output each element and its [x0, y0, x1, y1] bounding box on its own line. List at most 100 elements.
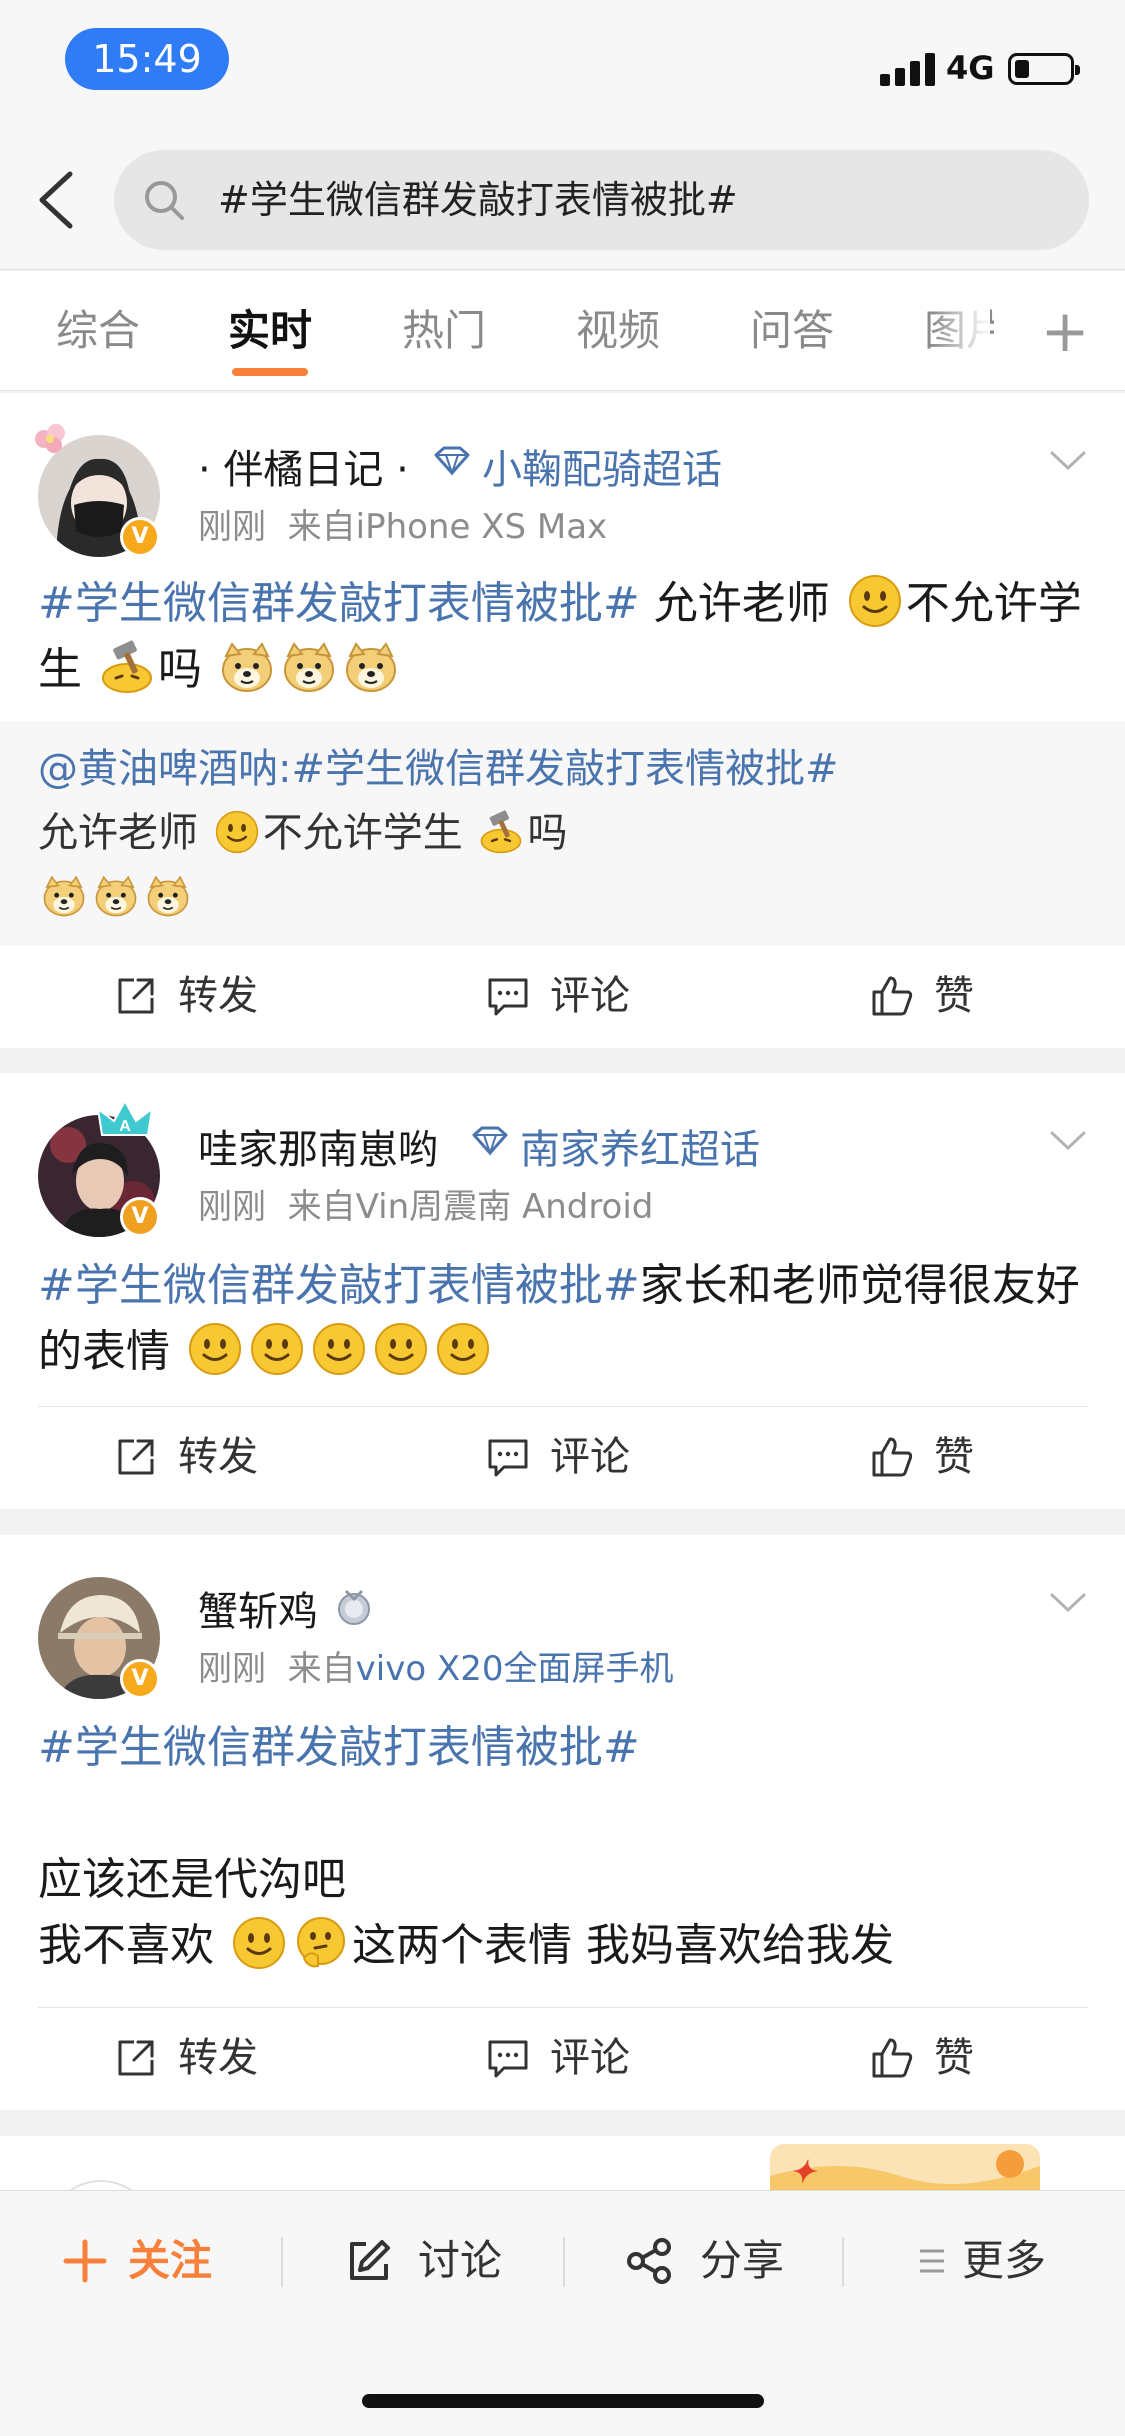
- tab-comprehensive[interactable]: 综合: [56, 271, 140, 391]
- hashtag-link[interactable]: #学生微信群发敲打表情被批#: [38, 578, 640, 629]
- reposted-content[interactable]: @黄油啤酒呐:#学生微信群发敲打表情被批# 允许老师 不允许学生 吗: [0, 721, 1125, 946]
- hashtag-link[interactable]: #学生微信群发敲打表情被批#: [38, 1722, 640, 1773]
- china-fans-banner-icon: ✦: [770, 2144, 1040, 2196]
- comment-label: 评论: [550, 2035, 630, 2081]
- tab-qa[interactable]: 问答: [750, 271, 834, 391]
- follow-label: 关注: [128, 2236, 213, 2285]
- comment-icon: [486, 2036, 530, 2080]
- hashtag-link[interactable]: #学生微信群发敲打表情被批#: [291, 746, 838, 792]
- post-text: #学生微信群发敲打表情被批# 应该还是代沟吧 我不喜欢 这两个表情 我妈喜欢给我…: [38, 1715, 1088, 1979]
- post-card[interactable]: ✦: [0, 2136, 1125, 2196]
- home-indicator[interactable]: [362, 2394, 764, 2408]
- post-meta: 刚刚 来自iPhone XS Max: [198, 499, 607, 548]
- post-card[interactable]: A V 哇家那南崽哟 南家养红超话 刚刚 来自Vin周震南 Android #学…: [0, 1073, 1125, 1509]
- thinking-emoji-icon: [294, 1916, 348, 1970]
- post-card[interactable]: V 蟹斩鸡 刚刚 来自vivo X20全面屏手机 #学生微信群发敲打表情被批# …: [0, 1535, 1125, 2110]
- comment-icon: [486, 974, 530, 1018]
- search-icon: [145, 181, 184, 220]
- edit-icon: [350, 2240, 390, 2280]
- chevron-down-icon[interactable]: [1048, 449, 1088, 473]
- post-text-part: 允许老师: [639, 578, 844, 629]
- share-button[interactable]: 分享: [624, 2191, 804, 2331]
- author-name[interactable]: · 伴橘日记 ·: [198, 437, 409, 495]
- post-source[interactable]: vivo X20全面屏手机: [356, 1649, 674, 1689]
- more-label: 更多: [962, 2236, 1047, 2285]
- reposted-text-part: 允许老师: [38, 810, 211, 856]
- super-topic-link[interactable]: 小鞠配骑超话: [482, 437, 722, 495]
- medal-icon: [338, 1589, 370, 1625]
- doge-emoji-icon: [146, 874, 190, 918]
- hammer-emoji-icon: [100, 640, 154, 694]
- svg-text:A: A: [119, 1118, 131, 1135]
- smile-emoji-icon: [436, 1322, 490, 1376]
- tab-video[interactable]: 视频: [576, 271, 660, 391]
- comment-label: 评论: [550, 1434, 630, 1480]
- post-time: 刚刚: [198, 1649, 266, 1689]
- repost-icon: [114, 974, 158, 1018]
- back-arrow-icon[interactable]: [32, 168, 82, 232]
- cellular-signal-icon: [880, 52, 936, 86]
- reposted-author-link[interactable]: @黄油啤酒呐:: [38, 746, 291, 792]
- post-text-part: 我不喜欢: [38, 1920, 228, 1971]
- repost-label: 转发: [178, 1434, 258, 1480]
- post-time: 刚刚: [198, 507, 266, 547]
- network-type: 4G: [946, 49, 995, 87]
- repost-label: 转发: [178, 973, 258, 1019]
- discuss-label: 讨论: [418, 2236, 503, 2285]
- smile-emoji-icon: [312, 1322, 366, 1376]
- discuss-button[interactable]: 讨论: [344, 2191, 524, 2331]
- separator: [842, 2237, 844, 2287]
- active-tab-indicator: [232, 368, 308, 376]
- like-icon: [870, 1435, 914, 1479]
- comment-icon: [486, 1435, 530, 1479]
- tab-hot[interactable]: 热门: [402, 271, 486, 391]
- post-actions: 转发 评论 赞: [0, 1407, 1125, 1507]
- like-icon: [870, 2036, 914, 2080]
- separator: [281, 2237, 283, 2287]
- more-button[interactable]: 更多: [918, 2191, 1068, 2331]
- post-meta: 刚刚 来自vivo X20全面屏手机: [198, 1641, 673, 1690]
- smile-emoji-icon: [188, 1322, 242, 1376]
- status-time[interactable]: 15:49: [65, 28, 229, 90]
- share-icon: [627, 2238, 671, 2284]
- plus-icon: [63, 2239, 107, 2283]
- post-source: iPhone XS Max: [355, 507, 608, 547]
- crown-badge-icon: A: [96, 1098, 154, 1136]
- post-meta: 刚刚 来自Vin周震南 Android: [198, 1179, 653, 1228]
- post-text: #学生微信群发敲打表情被批# 允许老师 不允许学生 吗: [38, 571, 1088, 703]
- super-topic-link[interactable]: 南家养红超话: [520, 1117, 760, 1175]
- status-bar: 15:49 4G: [0, 0, 1125, 130]
- search-input[interactable]: #学生微信群发敲打表情被批#: [114, 150, 1089, 250]
- smile-emoji-icon: [215, 810, 259, 854]
- post-text: #学生微信群发敲打表情被批#家长和老师觉得很友好的表情: [38, 1253, 1088, 1385]
- post-text-part: 吗: [158, 644, 216, 695]
- smile-emoji-icon: [374, 1322, 428, 1376]
- comment-label: 评论: [550, 973, 630, 1019]
- battery-icon: [1008, 53, 1080, 85]
- weibo-search-screen: 15:49 4G #学生微信群发敲打表情被批# 综合 实时 热门 视频 问答 +…: [0, 0, 1125, 2436]
- post-actions: 转发 评论 赞: [0, 946, 1125, 1046]
- chevron-down-icon[interactable]: [1048, 1591, 1088, 1615]
- repost-icon: [114, 2036, 158, 2080]
- post-time: 刚刚: [198, 1187, 266, 1227]
- share-label: 分享: [700, 2236, 785, 2285]
- source-prefix: 来自: [287, 1187, 356, 1227]
- search-query: #学生微信群发敲打表情被批#: [218, 178, 738, 222]
- result-tabs: 综合 实时 热门 视频 问答 图片 +: [0, 271, 1125, 391]
- author-name[interactable]: 蟹斩鸡: [198, 1579, 318, 1637]
- svg-text:✦: ✦: [790, 2156, 817, 2189]
- chevron-down-icon[interactable]: [1048, 1129, 1088, 1153]
- add-tab-icon[interactable]: +: [1040, 293, 1090, 369]
- author-name[interactable]: 哇家那南崽哟: [198, 1117, 438, 1175]
- repost-label: 转发: [178, 2035, 258, 2081]
- like-icon: [870, 974, 914, 1018]
- hashtag-link[interactable]: #学生微信群发敲打表情被批#: [38, 1260, 640, 1311]
- smile-emoji-icon: [250, 1322, 304, 1376]
- flower-decoration-icon: [35, 424, 65, 453]
- post-card[interactable]: V · 伴橘日记 · 小鞠配骑超话 刚刚 来自iPhone XS Max #学生…: [0, 393, 1125, 1048]
- post-actions: 转发 评论 赞: [0, 2008, 1125, 2108]
- follow-button[interactable]: 关注: [60, 2191, 230, 2331]
- source-prefix: 来自: [287, 507, 356, 547]
- reposted-text-part: 吗: [527, 810, 568, 856]
- smile-emoji-icon: [232, 1916, 286, 1970]
